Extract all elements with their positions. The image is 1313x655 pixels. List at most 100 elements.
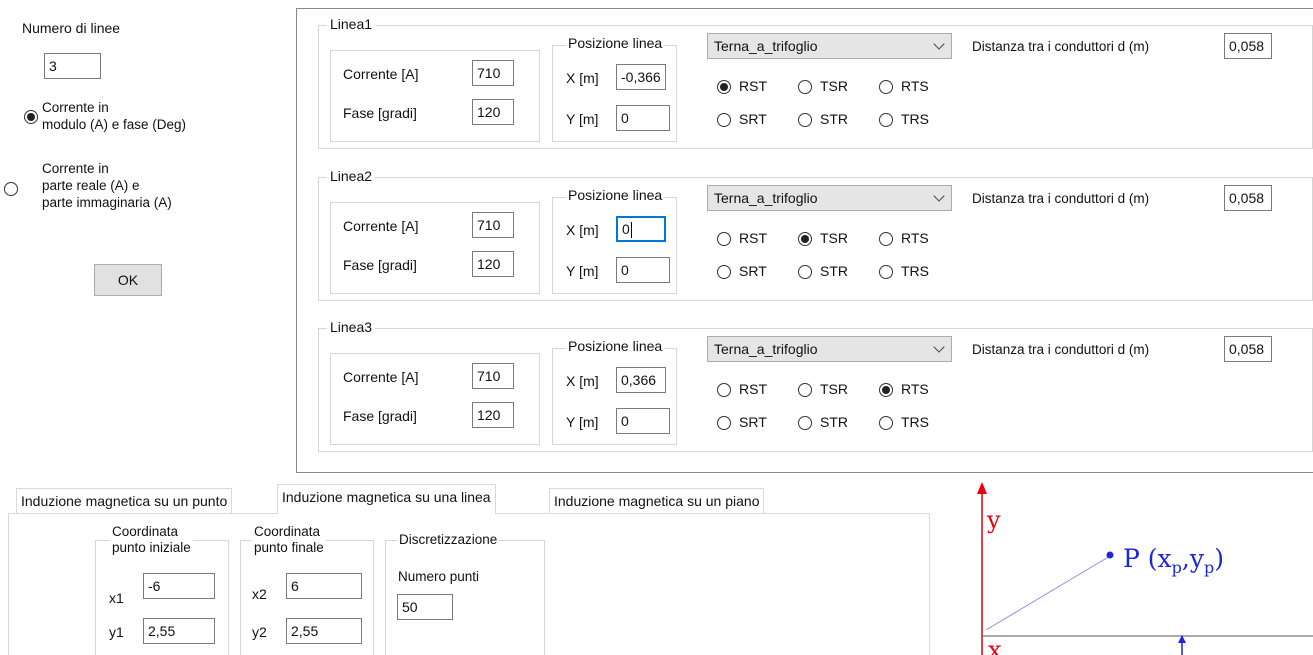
x2-input[interactable]: 6	[286, 573, 362, 599]
linea-2-y-input[interactable]: 0	[616, 257, 670, 283]
linea-3-radio-srt-label: SRT	[739, 414, 767, 430]
linea-3-radio-tsr[interactable]	[798, 383, 812, 397]
radio-modulo-fase-text-2: modulo (A) e fase (Deg)	[42, 117, 187, 132]
linea-3-radio-rst[interactable]	[717, 383, 731, 397]
linea-2-fase-label: Fase [gradi]	[343, 257, 417, 273]
linea-2-x-input[interactable]: 0	[616, 216, 666, 242]
num-punti-input[interactable]: 50	[397, 594, 453, 620]
linea-3-radio-trs[interactable]	[879, 416, 893, 430]
linea-2-radio-rts[interactable]	[879, 232, 893, 246]
chevron-down-icon	[933, 190, 945, 202]
linea-1-radio-trs[interactable]	[879, 113, 893, 127]
linea-1-distanza-label: Distanza tra i conduttori d (m)	[972, 39, 1150, 54]
linea-2-y-label: Y [m]	[566, 263, 599, 279]
linea-1-fase-label: Fase [gradi]	[343, 105, 417, 121]
linea-3-distanza-label: Distanza tra i conduttori d (m)	[972, 342, 1150, 357]
linea-1-tipo-select[interactable]: Terna_a_trifoglio	[707, 33, 952, 59]
linea-1-fase-input[interactable]: 120	[472, 99, 514, 125]
end-point-title: Coordinata punto finale	[252, 524, 326, 556]
linea-1-radio-str[interactable]	[798, 113, 812, 127]
linea-3-fase-input[interactable]: 120	[472, 402, 514, 428]
linea-3-tipo-select[interactable]: Terna_a_trifoglio	[707, 336, 952, 362]
y-axis-arrow	[977, 482, 987, 494]
num-punti-label: Numero punti	[398, 569, 480, 584]
tab-punto[interactable]: Induzione magnetica su un punto	[16, 488, 233, 514]
ok-button[interactable]: OK	[94, 264, 162, 296]
chevron-down-icon	[933, 341, 945, 353]
x1-input[interactable]: -6	[143, 573, 215, 599]
linea-1-y-input[interactable]: 0	[616, 105, 670, 131]
x-axis-label: x	[988, 636, 1002, 655]
linea-3-radio-srt[interactable]	[717, 416, 731, 430]
linea-1-radio-tsr[interactable]	[798, 80, 812, 94]
chevron-down-icon	[933, 38, 945, 50]
y2-label: y2	[252, 624, 267, 640]
linea-1-radio-tsr-label: TSR	[820, 78, 848, 94]
linea-3-tipo-value: Terna_a_trifoglio	[714, 341, 818, 357]
linea-2-fase-input[interactable]: 120	[472, 251, 514, 277]
linea-1-corrente-label: Corrente [A]	[343, 66, 419, 82]
linea-2-x-value: 0	[622, 221, 630, 237]
linea-2-radio-srt-label: SRT	[739, 263, 767, 279]
linea-2-radio-str[interactable]	[798, 265, 812, 279]
linea-3-radio-str[interactable]	[798, 416, 812, 430]
num-lines-input[interactable]: 3	[44, 53, 101, 79]
point-line	[985, 555, 1111, 631]
linea-2-radio-trs[interactable]	[879, 265, 893, 279]
coordinate-diagram: y x P (xp,yp)	[977, 482, 1313, 655]
linea-3-x-label: X [m]	[566, 373, 599, 389]
linea-2-title: Linea2	[327, 168, 376, 184]
point-p-marker	[1106, 551, 1114, 559]
linea-1-radio-rst[interactable]	[717, 80, 731, 94]
radio-modulo-fase[interactable]	[24, 110, 38, 124]
linea-2-radio-trs-label: TRS	[901, 263, 929, 279]
y1-input[interactable]: 2,55	[143, 618, 215, 644]
linea-2-radio-srt[interactable]	[717, 265, 731, 279]
linea-2-tipo-value: Terna_a_trifoglio	[714, 190, 818, 206]
linea-3-y-input[interactable]: 0	[616, 408, 670, 434]
start-title-2: punto iniziale	[112, 540, 191, 555]
point-label-close: )	[1214, 544, 1224, 573]
x1-label: x1	[109, 590, 124, 606]
radio-reale-text-3: parte immaginaria (A)	[42, 195, 172, 210]
linea-3-radio-rts-label: RTS	[901, 381, 929, 397]
linea-3-distanza-input[interactable]: 0,058	[1224, 336, 1272, 362]
linea-2-x-label: X [m]	[566, 222, 599, 238]
linea-3-corrente-input[interactable]: 710	[472, 363, 514, 389]
linea-1-distanza-input[interactable]: 0,058	[1224, 33, 1272, 59]
linea-2-radio-rst[interactable]	[717, 232, 731, 246]
linea-1-radio-srt[interactable]	[717, 113, 731, 127]
radio-reale-text-2: parte reale (A) e	[42, 178, 140, 193]
linea-1-radio-rts-label: RTS	[901, 78, 929, 94]
radio-modulo-fase-label: Corrente in modulo (A) e fase (Deg)	[42, 99, 186, 133]
linea-2-tipo-select[interactable]: Terna_a_trifoglio	[707, 185, 952, 211]
linea-3-radio-trs-label: TRS	[901, 414, 929, 430]
linea-3-x-input[interactable]: 0,366	[616, 367, 666, 393]
linea-2-distanza-input[interactable]: 0,058	[1224, 185, 1272, 211]
linea-2-corrente-label: Corrente [A]	[343, 218, 419, 234]
linea-1-radio-rst-label: RST	[739, 78, 767, 94]
linea-2-radio-rts-label: RTS	[901, 230, 929, 246]
tab-linea[interactable]: Induzione magnetica su una linea	[277, 484, 496, 514]
radio-modulo-fase-text-1: Corrente in	[42, 100, 109, 115]
end-title-1: Coordinata	[254, 524, 321, 539]
point-label-sub-x: p	[1172, 558, 1182, 577]
point-p-label: P (xp,yp)	[1123, 544, 1224, 577]
linea-2-radio-tsr-label: TSR	[820, 230, 848, 246]
radio-reale-immaginaria[interactable]	[4, 182, 18, 196]
linea-2-radio-tsr[interactable]	[798, 232, 812, 246]
linea-1-radio-rts[interactable]	[879, 80, 893, 94]
text-caret	[630, 222, 632, 239]
point-label-main: P (x	[1123, 544, 1172, 573]
linea-1-x-input[interactable]: -0,366	[616, 64, 666, 90]
y1-label: y1	[109, 624, 124, 640]
linea-1-x-value: -0,366	[621, 69, 661, 85]
linea-1-radio-srt-label: SRT	[739, 111, 767, 127]
linea-2-corrente-input[interactable]: 710	[472, 212, 514, 238]
linea-3-title: Linea3	[327, 319, 376, 335]
linea-3-radio-rts[interactable]	[879, 383, 893, 397]
linea-1-tipo-value: Terna_a_trifoglio	[714, 38, 818, 54]
y2-input[interactable]: 2,55	[286, 618, 362, 644]
tab-piano[interactable]: Induzione magnetica su un piano	[549, 488, 765, 514]
linea-1-corrente-input[interactable]: 710	[472, 60, 514, 86]
